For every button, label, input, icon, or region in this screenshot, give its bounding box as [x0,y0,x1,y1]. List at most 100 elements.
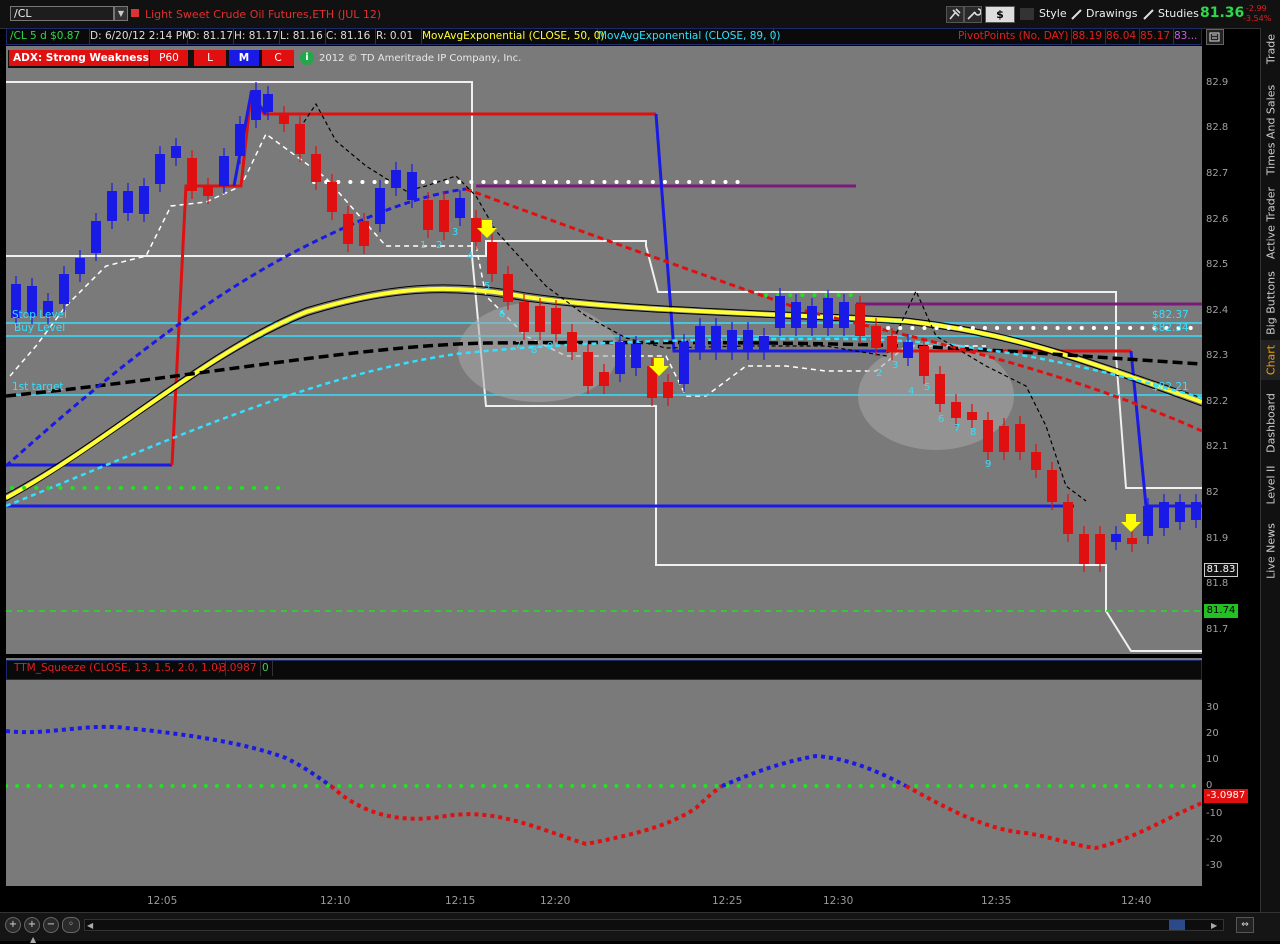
tab-trade[interactable]: Trade [1261,28,1280,70]
candle [155,154,165,184]
symbol-dropdown-icon[interactable]: ▼ [114,6,128,21]
time-tick: 12:25 [712,895,743,907]
m-label[interactable]: M [229,50,259,66]
tab-live-news[interactable]: Live News [1261,516,1280,586]
pivot-value-4: 83... [1174,30,1198,42]
instrument-description: Light Sweet Crude Oil Futures,ETH (JUL 1… [145,8,382,21]
ttm-study-label[interactable]: TTM_Squeeze (CLOSE, 13, 1.5, 2.0, 1.0) [11,661,226,676]
candle [759,336,769,352]
pin-icon[interactable] [946,6,964,23]
tab-active-trader[interactable]: Active Trader [1261,183,1280,263]
zoom-in-icon[interactable]: + [24,917,40,933]
crosshair-icon[interactable]: + [5,917,21,933]
studies-button[interactable]: Studies [1154,6,1203,23]
price-chart-drawing [6,50,1202,652]
candle [311,154,321,182]
adx-label[interactable]: ADX: Strong Weakness [9,50,149,66]
candle [59,274,69,304]
tab-chart[interactable]: Chart [1261,340,1280,380]
study-ema-50[interactable]: MovAvgExponential (CLOSE, 50, 0) [419,29,605,44]
study-ema-89[interactable]: MovAvgExponential (CLOSE, 89, 0) [595,29,781,44]
candle [343,214,353,244]
candle [615,342,625,374]
candle [219,156,229,186]
ttm-marker: -3.0987 [1204,789,1248,803]
style-button[interactable]: Style [1035,6,1071,23]
info-bar: /CL 5 d $0.87 D: 6/20/12 2:14 PM O: 81.1… [6,28,1202,45]
p60-label[interactable]: P60 [150,50,188,66]
candle [823,298,833,328]
count-b-7: 7 [954,423,961,434]
candle [407,172,417,200]
study-pivot-points[interactable]: PivotPoints (No, DAY) [955,29,1072,44]
tab-times-and-sales[interactable]: Times And Sales [1261,80,1280,180]
price-tick: 82 [1206,487,1219,498]
zoom-out-icon[interactable]: − [43,917,59,933]
candle [711,326,721,352]
ttm-axis[interactable]: 30 20 10 0 -10 -20 -30 -3.0987 [1202,658,1260,886]
tab-active-trader-label: Active Trader [1264,186,1278,260]
candle [935,374,945,404]
ttm-squeeze-header: TTM_Squeeze (CLOSE, 13, 1.5, 2.0, 1.0) -… [6,660,1202,680]
symbol-input[interactable] [10,6,114,21]
candle [391,170,401,188]
count-1: 1 [420,240,427,251]
ttm-value-2: 0 [259,661,273,676]
candle [1095,534,1105,564]
tab-trade-label: Trade [1264,33,1278,65]
c-label[interactable]: C [262,50,294,66]
expand-icon[interactable]: ⇔ [1236,917,1254,933]
horizontal-scrollbar[interactable]: ◀ ▶ [84,919,1224,931]
candle [1047,470,1057,502]
dollar-button[interactable]: $ [985,6,1015,23]
candle [919,346,929,376]
candle [1031,452,1041,470]
tab-level-ii[interactable]: Level II [1261,460,1280,510]
chart-settings-icon[interactable] [1206,29,1224,45]
candle [251,90,261,120]
count-b-4: 4 [908,386,915,397]
candle [519,302,529,332]
candle [359,221,369,246]
count-b-8: 8 [970,427,977,438]
candle [1175,502,1185,522]
candle [775,296,785,328]
tab-live-news-label: Live News [1264,523,1278,579]
candle [1159,502,1169,528]
ttm-tick: 20 [1206,728,1219,739]
level-82-34: $82.34 [1152,322,1189,334]
tab-dashboard[interactable]: Dashboard [1261,388,1280,458]
time-tick: 12:10 [320,895,351,907]
time-tick: 12:40 [1121,895,1152,907]
tab-big-buttons[interactable]: Big Buttons [1261,268,1280,338]
l-label[interactable]: L [194,50,226,66]
price-axis[interactable]: 82.9 82.8 82.7 82.6 82.5 82.4 82.3 82.2 … [1202,46,1260,654]
candle [679,342,689,384]
style-icon [1020,8,1034,20]
candle [1143,506,1153,536]
candle [503,274,513,302]
time-axis[interactable]: 12:05 12:10 12:15 12:20 12:25 12:30 12:3… [6,888,1202,912]
fit-icon[interactable]: ◦ [62,917,80,933]
price-tick: 82.4 [1206,305,1229,316]
scroll-right-icon[interactable]: ▶ [1211,921,1217,930]
price-tick: 82.5 [1206,259,1229,270]
scroll-thumb[interactable] [1169,920,1185,930]
candle [1063,502,1073,534]
tab-big-buttons-label: Big Buttons [1264,271,1278,335]
current-price-marker: 81.83 [1204,563,1238,577]
wrench-icon[interactable] [964,6,982,23]
scroll-left-icon[interactable]: ◀ [87,921,93,930]
candle [279,114,289,124]
candle [91,221,101,253]
drawings-button[interactable]: Drawings [1082,6,1141,23]
time-tick: 12:05 [147,895,178,907]
info-icon[interactable]: i [300,51,314,65]
tab-times-and-sales-label: Times And Sales [1264,84,1278,176]
price-tick: 81.7 [1206,624,1229,635]
candle [375,188,385,224]
candle [1079,534,1089,564]
candle [535,306,545,332]
bar-range: R: 0.01 [373,29,422,44]
side-tabs: Trade Times And Sales Active Trader Big … [1260,28,1280,912]
